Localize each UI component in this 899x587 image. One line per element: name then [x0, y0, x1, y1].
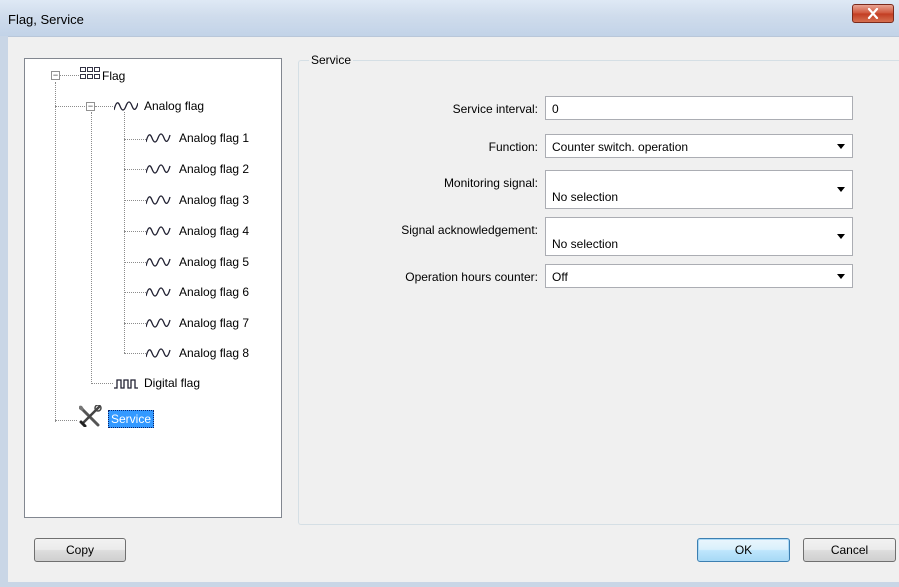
signal-acknowledgement-label: Signal acknowledgement:: [401, 223, 538, 237]
chevron-down-icon[interactable]: [837, 274, 845, 279]
window-title: Flag, Service: [8, 12, 84, 27]
tree-item-flag[interactable]: Flag: [102, 68, 125, 84]
flag-grid-icon: [80, 67, 100, 83]
tree-connector: [124, 139, 146, 140]
cancel-button[interactable]: Cancel: [803, 538, 896, 562]
function-select[interactable]: Counter switch. operation: [545, 134, 853, 158]
service-group-title: Service: [309, 53, 354, 67]
tree-item-service[interactable]: Service: [108, 410, 155, 428]
minus-box-icon[interactable]: −: [51, 71, 60, 80]
square-wave-icon: [114, 378, 138, 392]
service-interval-input[interactable]: 0: [545, 96, 853, 120]
close-button[interactable]: [852, 4, 894, 23]
tree-connector: [124, 292, 146, 293]
tree-item-analog-flag-2[interactable]: Analog flag 2: [179, 161, 249, 177]
tree-connector: [59, 75, 79, 76]
tree-item-analog-flag-5[interactable]: Analog flag 5: [179, 254, 249, 270]
tree-connector: [55, 82, 56, 422]
signal-acknowledgement-select[interactable]: No selection: [545, 217, 853, 256]
tree-connector: [124, 112, 125, 353]
tree-connector: [55, 420, 77, 421]
sine-wave-icon: [145, 133, 172, 147]
tools-icon: [78, 404, 102, 430]
minus-box-icon[interactable]: −: [86, 102, 95, 111]
function-label: Function:: [488, 140, 538, 154]
copy-button[interactable]: Copy: [34, 538, 126, 562]
tree-item-analog-flag-7[interactable]: Analog flag 7: [179, 315, 249, 331]
tree-item-analog-flag[interactable]: Analog flag: [144, 98, 204, 114]
tree-connector: [55, 106, 85, 107]
sine-wave-icon: [113, 101, 139, 115]
tree-item-analog-flag-1[interactable]: Analog flag 1: [179, 130, 249, 146]
sine-wave-icon: [145, 257, 172, 271]
chevron-down-icon[interactable]: [837, 187, 845, 192]
tree-connector: [124, 323, 146, 324]
tree-item-analog-flag-6[interactable]: Analog flag 6: [179, 284, 249, 300]
operation-hours-select[interactable]: Off: [545, 264, 853, 288]
sine-wave-icon: [145, 287, 172, 301]
tree-connector: [124, 262, 146, 263]
monitoring-signal-select[interactable]: No selection: [545, 170, 853, 209]
chevron-down-icon[interactable]: [837, 234, 845, 239]
tree-connector: [95, 106, 113, 107]
tree-connector: [91, 112, 92, 382]
tree-connector: [124, 353, 146, 354]
tree-item-analog-flag-4[interactable]: Analog flag 4: [179, 223, 249, 239]
monitoring-signal-label: Monitoring signal:: [443, 176, 538, 190]
ok-button[interactable]: OK: [697, 538, 790, 562]
tree-item-digital-flag[interactable]: Digital flag: [144, 375, 200, 391]
sine-wave-icon: [145, 318, 172, 332]
sine-wave-icon: [145, 348, 172, 362]
tree-connector: [124, 200, 146, 201]
operation-hours-label: Operation hours counter:: [405, 270, 538, 284]
sine-wave-icon: [145, 226, 172, 240]
sine-wave-icon: [145, 164, 172, 178]
close-icon: [867, 8, 879, 19]
tree-item-analog-flag-8[interactable]: Analog flag 8: [179, 345, 249, 361]
service-groupbox: [298, 60, 899, 525]
service-interval-label: Service interval:: [452, 102, 538, 116]
sine-wave-icon: [145, 195, 172, 209]
tree-connector: [124, 231, 146, 232]
chevron-down-icon[interactable]: [837, 144, 845, 149]
tree-connector: [124, 169, 146, 170]
tree-connector: [91, 383, 113, 384]
title-bar[interactable]: Flag, Service: [0, 0, 899, 36]
tree-item-analog-flag-3[interactable]: Analog flag 3: [179, 192, 249, 208]
